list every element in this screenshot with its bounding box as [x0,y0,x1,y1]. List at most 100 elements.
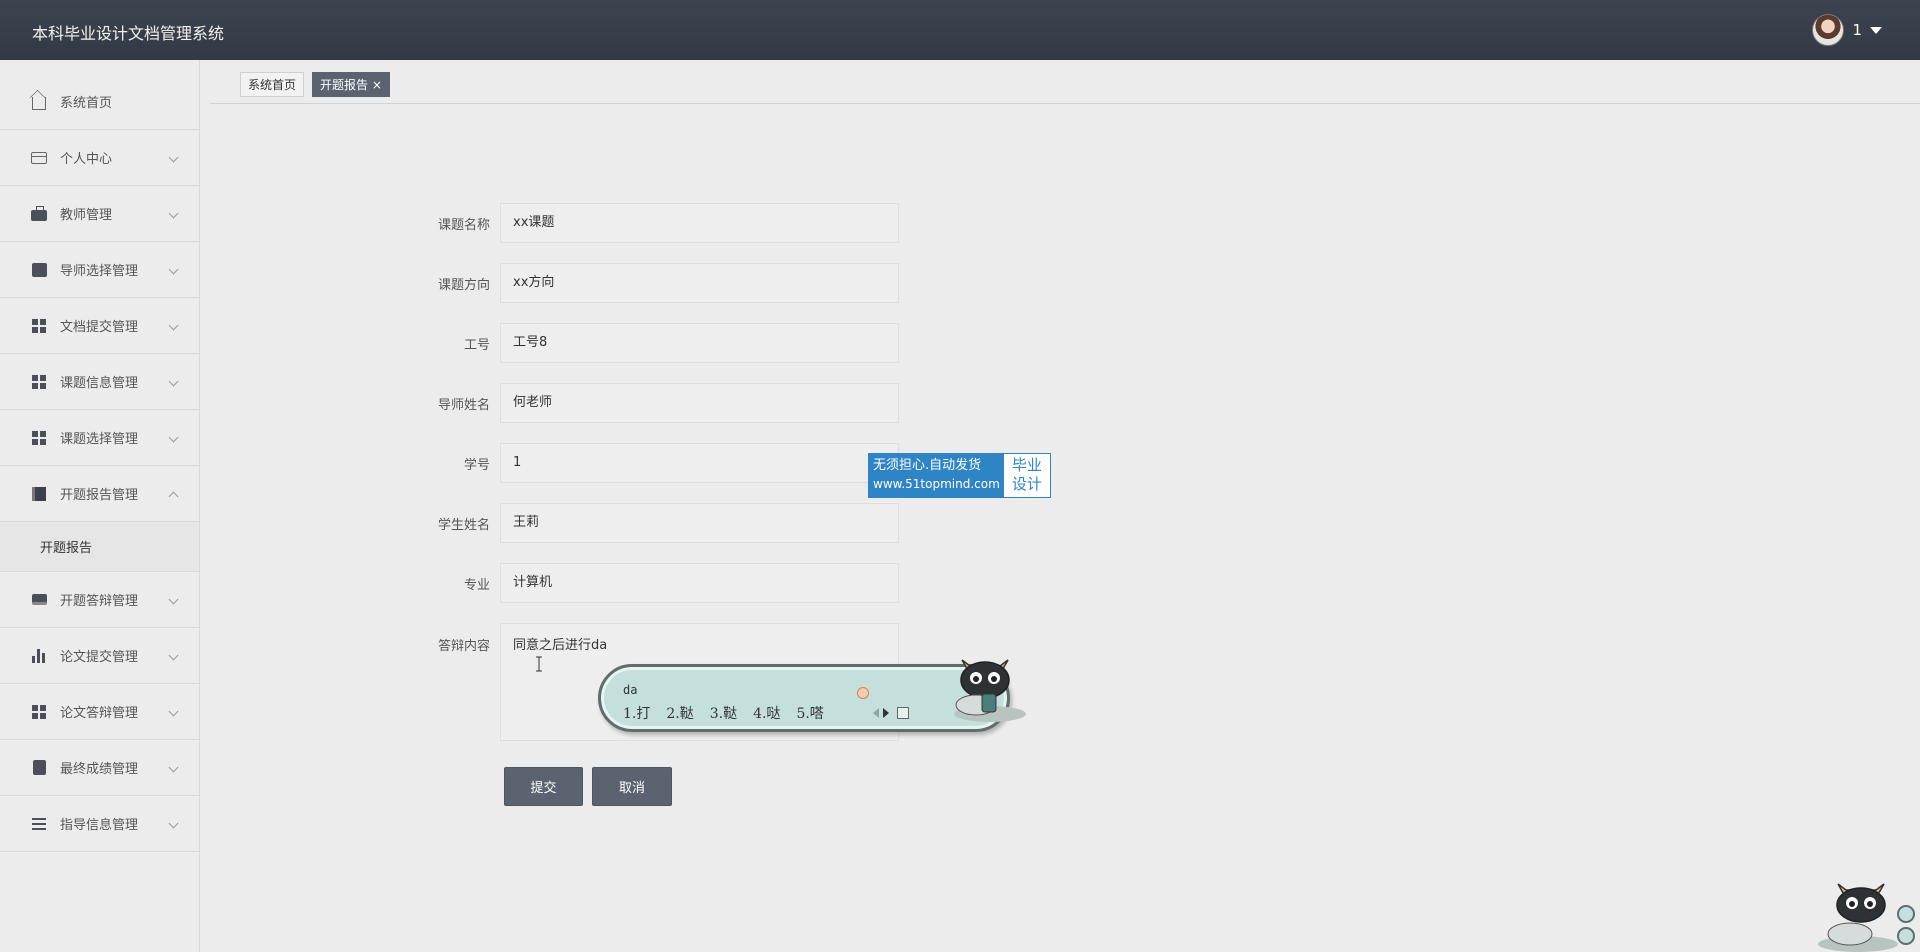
field-label: 导师姓名 [437,397,490,413]
form-row-staff-id: 工号 工号8 [420,323,899,363]
ime-candidate[interactable]: 5.嗒 [796,703,823,723]
form-row-advisor-name: 导师姓名 何老师 [420,383,899,423]
briefcase-icon [30,205,48,222]
field-label: 工号 [463,337,490,353]
chevron-down-icon [168,706,179,717]
grid-icon [30,318,48,334]
chevron-down-icon [168,208,179,219]
user-name[interactable]: 1 [1852,21,1862,39]
chevron-down-icon [168,320,179,331]
form-row-topic-name: 课题名称 xx课题 [420,203,899,243]
sidebar-item-label: 开题报告管理 [60,488,139,503]
ime-expand-icon[interactable] [897,707,909,719]
chevron-down-icon [168,152,179,163]
sidebar-subitem-proposal-report[interactable]: 开题报告 [0,522,199,572]
ime-candidate[interactable]: 3.鞑 [710,703,737,723]
corner-mascot-icon [1818,883,1915,952]
field-label: 课题方向 [437,277,490,293]
advisor-name-input[interactable]: 何老师 [500,383,899,423]
ime-prev-icon[interactable] [873,708,879,718]
monitor-icon [30,592,48,608]
sidebar-item-label: 个人中心 [60,152,113,167]
chevron-up-icon [168,491,179,502]
chevron-down-icon [168,432,179,443]
staff-id-input[interactable]: 工号8 [500,323,899,363]
grid-icon [30,430,48,446]
sidebar-item-personal-center[interactable]: 个人中心 [0,130,199,186]
text-cursor-icon [536,656,542,672]
cancel-button[interactable]: 取消 [592,767,672,806]
chart-icon [30,262,48,278]
watermark-side1: 毕业 [1011,456,1042,474]
sidebar-item-thesis-submission[interactable]: 论文提交管理 [0,628,199,684]
sidebar-item-teacher-management[interactable]: 教师管理 [0,186,199,242]
book-icon [30,486,48,502]
sidebar-item-thesis-defense[interactable]: 论文答辩管理 [0,684,199,740]
student-id-input[interactable]: 1 [500,443,899,483]
sidebar-item-label: 论文答辩管理 [60,706,139,721]
tabs-bar: 系统首页 开题报告 × [210,72,1920,104]
user-menu[interactable]: 1 [1812,14,1882,46]
sidebar-item-label: 文档提交管理 [60,320,139,335]
caret-down-icon[interactable] [1870,26,1882,34]
ime-next-icon[interactable] [883,708,889,718]
watermark-badge: 无须担心.自动发货 www.51topmind.com 毕业 设计 [868,453,1051,498]
form-row-student-name: 学生姓名 王莉 [420,503,899,543]
ime-mascot-icon [954,659,1026,722]
chevron-down-icon [168,264,179,275]
chevron-down-icon [168,376,179,387]
sidebar: 系统首页 个人中心 教师管理 导师选择管理 文档提交管理 课题信息管理 课题选择… [0,60,200,952]
defense-content-text: 同意之后进行da [513,638,608,653]
form-row-topic-direction: 课题方向 xx方向 [420,263,899,303]
tab-proposal-report[interactable]: 开题报告 × [312,72,390,97]
watermark-side: 毕业 设计 [1003,454,1050,497]
watermark-line1: 无须担心.自动发货 [873,458,982,473]
sidebar-item-label: 系统首页 [60,96,113,111]
bar-chart-icon [30,648,48,664]
sidebar-item-proposal-report[interactable]: 开题报告管理 [0,466,199,522]
sidebar-item-home[interactable]: 系统首页 [0,74,199,130]
sidebar-item-guidance-info[interactable]: 指导信息管理 [0,796,199,852]
field-label: 学生姓名 [437,517,490,533]
topic-name-input[interactable]: xx课题 [500,203,899,243]
student-name-input[interactable]: 王莉 [500,503,899,543]
sidebar-item-label: 开题答辩管理 [60,594,139,609]
field-label: 课题名称 [437,217,490,233]
major-input[interactable]: 计算机 [500,563,899,603]
sidebar-item-label: 最终成绩管理 [60,762,139,777]
sidebar-item-label: 论文提交管理 [60,650,139,665]
submit-button[interactable]: 提交 [504,767,583,806]
sidebar-item-label: 导师选择管理 [60,264,139,279]
clipboard-icon [30,760,48,776]
form-row-defense-content: 答辩内容 [420,623,490,663]
sidebar-item-label: 课题信息管理 [60,376,139,391]
sidebar-item-proposal-defense[interactable]: 开题答辩管理 [0,572,199,628]
ime-candidate[interactable]: 2.鞑 [666,703,693,723]
ime-page-nav [873,707,909,719]
ime-candidate[interactable]: 1.打 [623,703,650,723]
sidebar-item-final-grades[interactable]: 最终成绩管理 [0,740,199,796]
sidebar-item-document-submission[interactable]: 文档提交管理 [0,298,199,354]
chevron-down-icon [168,818,179,829]
field-label: 专业 [463,577,490,593]
sidebar-item-topic-info[interactable]: 课题信息管理 [0,354,199,410]
sidebar-item-advisor-selection[interactable]: 导师选择管理 [0,242,199,298]
list-icon [30,816,48,832]
ime-candidate[interactable]: 4.哒 [753,703,780,723]
sidebar-item-label: 教师管理 [60,208,113,223]
top-header: 本科毕业设计文档管理系统 1 [0,0,1920,60]
tab-home[interactable]: 系统首页 [240,72,305,97]
watermark-text: 无须担心.自动发货 www.51topmind.com [869,454,1004,497]
grid-icon [30,704,48,720]
ime-status-icon[interactable] [857,687,869,699]
field-label: 学号 [463,457,490,473]
topic-direction-input[interactable]: xx方向 [500,263,899,303]
avatar[interactable] [1812,14,1845,46]
ime-candidates: 1.打 2.鞑 3.鞑 4.哒 5.嗒 [623,703,824,723]
sidebar-item-label: 课题选择管理 [60,432,139,447]
id-card-icon [30,150,48,166]
watermark-line2: www.51topmind.com [873,477,1000,491]
sidebar-item-label: 指导信息管理 [60,818,139,833]
form-row-student-id: 学号 1 [420,443,899,483]
sidebar-item-topic-selection[interactable]: 课题选择管理 [0,410,199,466]
